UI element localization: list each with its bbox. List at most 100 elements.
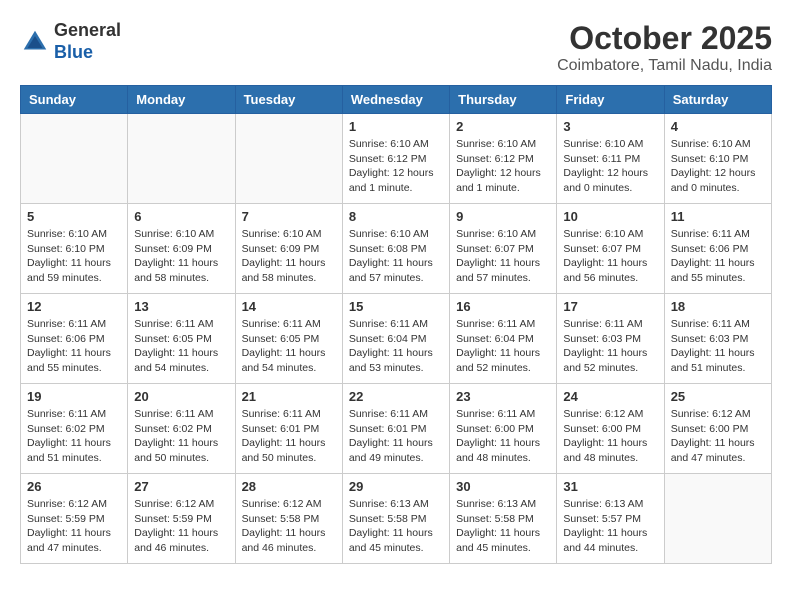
day-number: 1 — [349, 119, 443, 134]
day-info: Sunrise: 6:11 AM Sunset: 6:06 PM Dayligh… — [27, 317, 121, 376]
day-cell — [664, 474, 771, 564]
col-header-saturday: Saturday — [664, 86, 771, 114]
day-cell — [21, 114, 128, 204]
day-cell: 2 Sunrise: 6:10 AM Sunset: 6:12 PM Daylig… — [450, 114, 557, 204]
day-number: 22 — [349, 389, 443, 404]
day-number: 18 — [671, 299, 765, 314]
day-info: Sunrise: 6:11 AM Sunset: 6:04 PM Dayligh… — [349, 317, 443, 376]
day-number: 28 — [242, 479, 336, 494]
col-header-thursday: Thursday — [450, 86, 557, 114]
day-cell: 27 Sunrise: 6:12 AM Sunset: 5:59 PM Dayli… — [128, 474, 235, 564]
day-number: 6 — [134, 209, 228, 224]
day-info: Sunrise: 6:12 AM Sunset: 5:58 PM Dayligh… — [242, 497, 336, 556]
day-number: 10 — [563, 209, 657, 224]
day-number: 7 — [242, 209, 336, 224]
day-number: 5 — [27, 209, 121, 224]
day-info: Sunrise: 6:11 AM Sunset: 6:03 PM Dayligh… — [671, 317, 765, 376]
day-cell: 23Sunrise: 6:11 AM Sunset: 6:00 PM Dayli… — [450, 384, 557, 474]
day-number: 15 — [349, 299, 443, 314]
day-number: 14 — [242, 299, 336, 314]
day-info: Sunrise: 6:10 AM Sunset: 6:07 PM Dayligh… — [456, 227, 550, 286]
day-number: 13 — [134, 299, 228, 314]
day-info: Sunrise: 6:11 AM Sunset: 6:06 PM Dayligh… — [671, 227, 765, 286]
day-info: Sunrise: 6:10 AM Sunset: 6:09 PM Dayligh… — [134, 227, 228, 286]
day-number: 8 — [349, 209, 443, 224]
day-number: 11 — [671, 209, 765, 224]
day-number: 16 — [456, 299, 550, 314]
day-info: Sunrise: 6:11 AM Sunset: 6:03 PM Dayligh… — [563, 317, 657, 376]
day-number: 4 — [671, 119, 765, 134]
day-cell — [128, 114, 235, 204]
week-row-4: 19 Sunrise: 6:11 AM Sunset: 6:02 PM Dayli… — [21, 384, 772, 474]
day-info: Sunrise: 6:10 AM Sunset: 6:11 PM Dayligh… — [563, 137, 657, 196]
day-number: 9 — [456, 209, 550, 224]
day-cell: 10 Sunrise: 6:10 AM Sunset: 6:07 PM Dayli… — [557, 204, 664, 294]
week-row-5: 26 Sunrise: 6:12 AM Sunset: 5:59 PM Dayli… — [21, 474, 772, 564]
day-info: Sunrise: 6:10 AM Sunset: 6:10 PM Dayligh… — [671, 137, 765, 196]
day-number: 2 — [456, 119, 550, 134]
week-row-2: 5 Sunrise: 6:10 AM Sunset: 6:10 PM Daylig… — [21, 204, 772, 294]
day-cell: 13 Sunrise: 6:11 AM Sunset: 6:05 PM Dayli… — [128, 294, 235, 384]
day-info: Sunrise: 6:11 AM Sunset: 6:05 PM Dayligh… — [242, 317, 336, 376]
header-row: SundayMondayTuesdayWednesdayThursdayFrid… — [21, 86, 772, 114]
day-info: Sunrise: 6:11 AM Sunset: 6:04 PM Dayligh… — [456, 317, 550, 376]
day-cell: 7 Sunrise: 6:10 AM Sunset: 6:09 PM Daylig… — [235, 204, 342, 294]
day-info: Sunrise: 6:10 AM Sunset: 6:07 PM Dayligh… — [563, 227, 657, 286]
day-cell: 19 Sunrise: 6:11 AM Sunset: 6:02 PM Dayli… — [21, 384, 128, 474]
day-number: 3 — [563, 119, 657, 134]
day-cell: 6 Sunrise: 6:10 AM Sunset: 6:09 PM Daylig… — [128, 204, 235, 294]
day-cell: 18 Sunrise: 6:11 AM Sunset: 6:03 PM Dayli… — [664, 294, 771, 384]
day-cell: 31Sunrise: 6:13 AM Sunset: 5:57 PM Dayli… — [557, 474, 664, 564]
location: Coimbatore, Tamil Nadu, India — [557, 57, 772, 75]
day-info: Sunrise: 6:12 AM Sunset: 5:59 PM Dayligh… — [27, 497, 121, 556]
day-number: 19 — [27, 389, 121, 404]
day-cell: 5 Sunrise: 6:10 AM Sunset: 6:10 PM Daylig… — [21, 204, 128, 294]
col-header-wednesday: Wednesday — [342, 86, 449, 114]
day-info: Sunrise: 6:12 AM Sunset: 6:00 PM Dayligh… — [563, 407, 657, 466]
day-info: Sunrise: 6:11 AM Sunset: 6:01 PM Dayligh… — [242, 407, 336, 466]
day-cell: 9 Sunrise: 6:10 AM Sunset: 6:07 PM Daylig… — [450, 204, 557, 294]
day-cell: 25Sunrise: 6:12 AM Sunset: 6:00 PM Dayli… — [664, 384, 771, 474]
day-info: Sunrise: 6:13 AM Sunset: 5:57 PM Dayligh… — [563, 497, 657, 556]
title-section: October 2025 Coimbatore, Tamil Nadu, Ind… — [557, 20, 772, 75]
day-number: 24 — [563, 389, 657, 404]
day-cell: 26 Sunrise: 6:12 AM Sunset: 5:59 PM Dayli… — [21, 474, 128, 564]
day-info: Sunrise: 6:13 AM Sunset: 5:58 PM Dayligh… — [456, 497, 550, 556]
day-cell: 1Sunrise: 6:10 AM Sunset: 6:12 PM Daylig… — [342, 114, 449, 204]
logo-blue: Blue — [54, 42, 121, 64]
day-cell: 17 Sunrise: 6:11 AM Sunset: 6:03 PM Dayli… — [557, 294, 664, 384]
day-number: 29 — [349, 479, 443, 494]
day-info: Sunrise: 6:11 AM Sunset: 6:00 PM Dayligh… — [456, 407, 550, 466]
day-cell: 24 Sunrise: 6:12 AM Sunset: 6:00 PM Dayli… — [557, 384, 664, 474]
day-number: 12 — [27, 299, 121, 314]
week-row-3: 12 Sunrise: 6:11 AM Sunset: 6:06 PM Dayli… — [21, 294, 772, 384]
day-info: Sunrise: 6:11 AM Sunset: 6:02 PM Dayligh… — [27, 407, 121, 466]
day-info: Sunrise: 6:11 AM Sunset: 6:05 PM Dayligh… — [134, 317, 228, 376]
day-info: Sunrise: 6:11 AM Sunset: 6:01 PM Dayligh… — [349, 407, 443, 466]
day-info: Sunrise: 6:10 AM Sunset: 6:12 PM Dayligh… — [456, 137, 550, 196]
day-cell: 29 Sunrise: 6:13 AM Sunset: 5:58 PM Dayli… — [342, 474, 449, 564]
day-cell: 8Sunrise: 6:10 AM Sunset: 6:08 PM Daylig… — [342, 204, 449, 294]
day-info: Sunrise: 6:13 AM Sunset: 5:58 PM Dayligh… — [349, 497, 443, 556]
day-cell: 22 Sunrise: 6:11 AM Sunset: 6:01 PM Dayli… — [342, 384, 449, 474]
day-number: 26 — [27, 479, 121, 494]
day-info: Sunrise: 6:10 AM Sunset: 6:10 PM Dayligh… — [27, 227, 121, 286]
day-info: Sunrise: 6:12 AM Sunset: 6:00 PM Dayligh… — [671, 407, 765, 466]
day-number: 20 — [134, 389, 228, 404]
day-cell: 3 Sunrise: 6:10 AM Sunset: 6:11 PM Daylig… — [557, 114, 664, 204]
day-info: Sunrise: 6:10 AM Sunset: 6:09 PM Dayligh… — [242, 227, 336, 286]
logo: General Blue — [20, 20, 121, 63]
day-cell: 20Sunrise: 6:11 AM Sunset: 6:02 PM Dayli… — [128, 384, 235, 474]
day-info: Sunrise: 6:12 AM Sunset: 5:59 PM Dayligh… — [134, 497, 228, 556]
day-cell — [235, 114, 342, 204]
week-row-1: 1 Sunrise: 6:10 AM Sunset: 6:12 PM Daylig… — [21, 114, 772, 204]
month-title: October 2025 — [557, 20, 772, 57]
logo-icon — [20, 27, 50, 57]
day-number: 27 — [134, 479, 228, 494]
day-cell: 15 Sunrise: 6:11 AM Sunset: 6:04 PM Dayli… — [342, 294, 449, 384]
day-number: 17 — [563, 299, 657, 314]
day-number: 30 — [456, 479, 550, 494]
col-header-tuesday: Tuesday — [235, 86, 342, 114]
col-header-sunday: Sunday — [21, 86, 128, 114]
page-header: General Blue October 2025 Coimbatore, Ta… — [20, 20, 772, 75]
